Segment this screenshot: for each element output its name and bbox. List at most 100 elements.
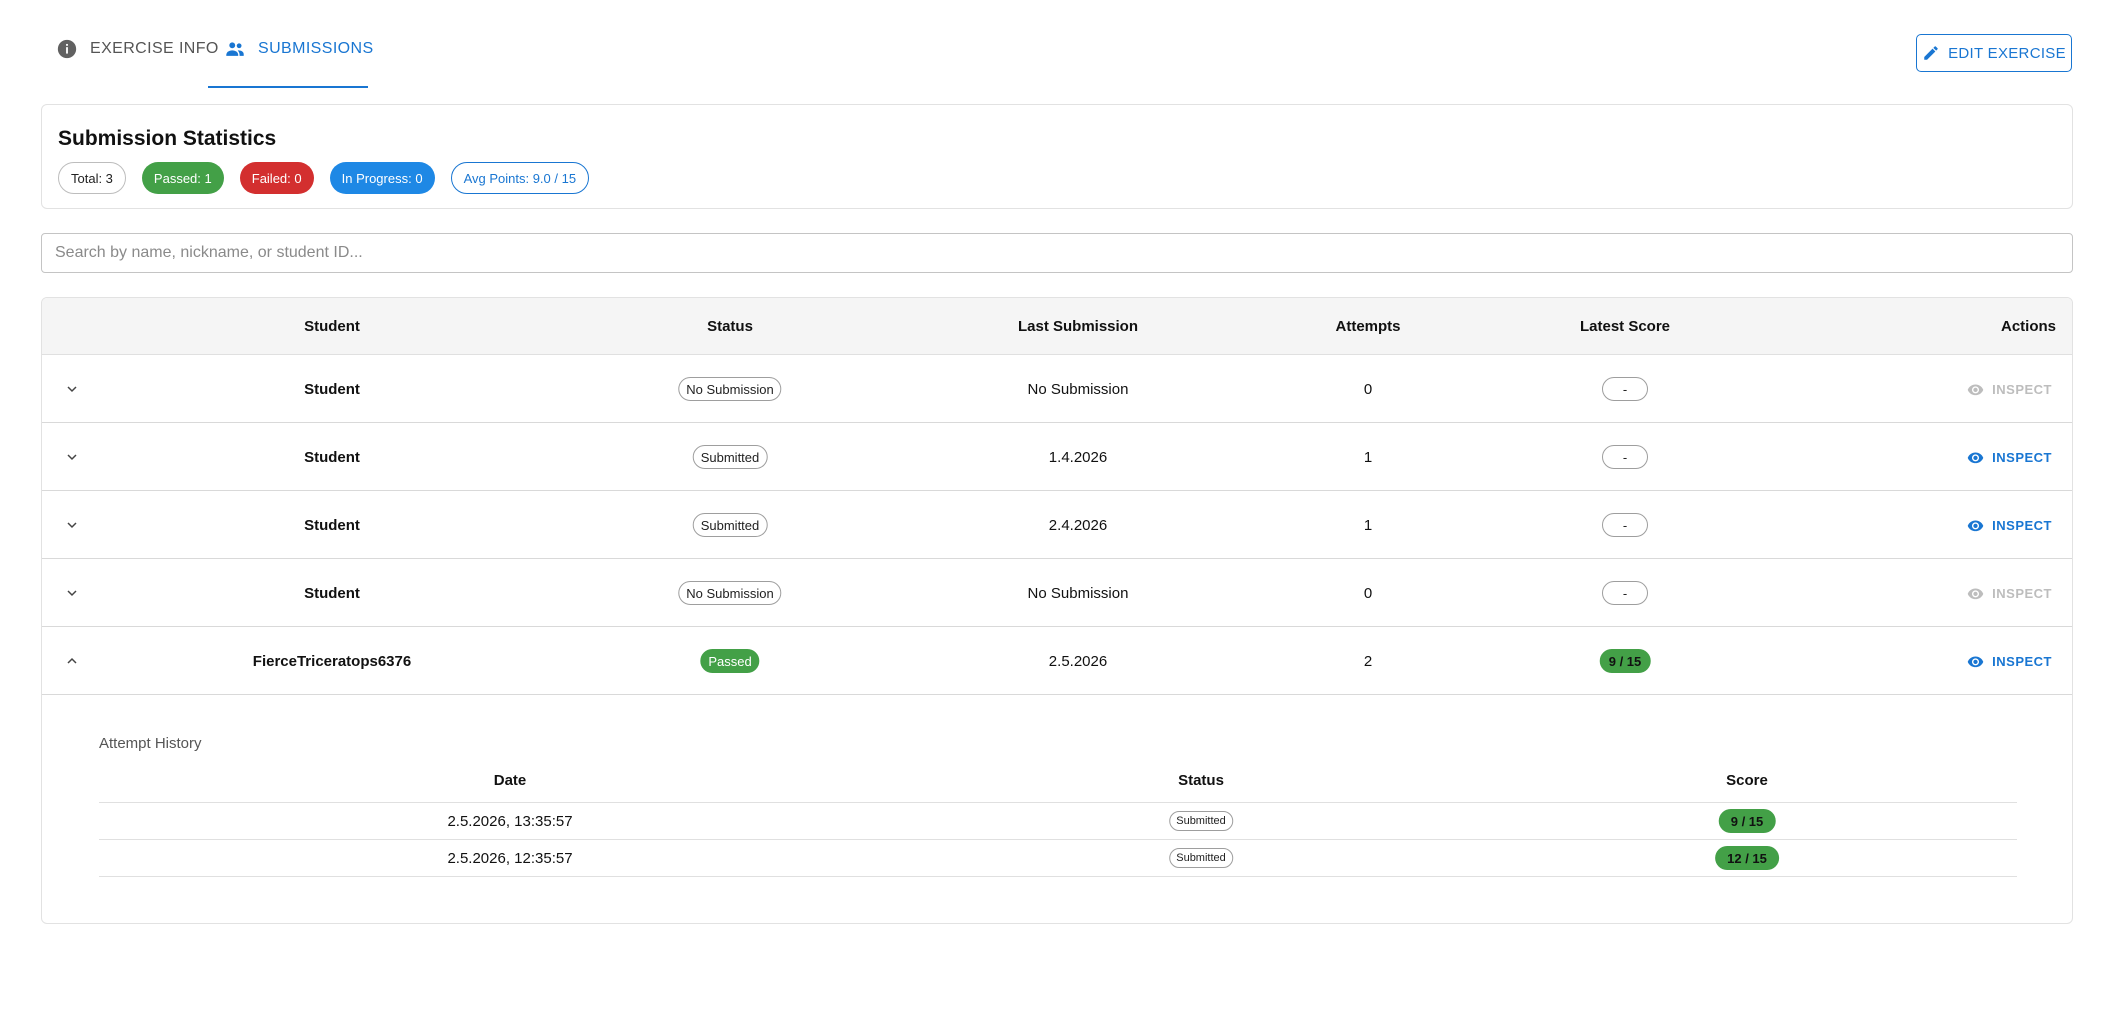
chevron-down-icon[interactable]	[64, 381, 80, 397]
status-badge: No Submission	[678, 581, 782, 605]
status-badge: Submitted	[692, 513, 768, 537]
inspect-button[interactable]: INSPECT	[1967, 491, 2052, 559]
score-cell: -	[1602, 491, 1648, 559]
history-score-badge: 12 / 15	[1715, 846, 1779, 870]
score-badge: -	[1602, 581, 1648, 605]
table-row: Student Submitted 2.4.2026 1 - INSPECT	[42, 491, 2072, 559]
status-cell: Submitted	[692, 423, 768, 491]
attempts: 1	[1363, 448, 1373, 466]
tab-submissions[interactable]: SUBMISSIONS	[208, 28, 373, 88]
status-cell: Passed	[700, 627, 760, 695]
history-header-date: Date	[493, 772, 527, 789]
edit-exercise-label: EDIT EXERCISE	[1948, 44, 2066, 62]
last-submission: 1.4.2026	[1048, 448, 1108, 466]
tab-submissions-label: SUBMISSIONS	[258, 40, 374, 57]
chevron-up-icon[interactable]	[64, 653, 80, 669]
inspect-label: INSPECT	[1992, 517, 2052, 533]
in-progress-chip: In Progress: 0	[329, 162, 435, 194]
history-status-cell: Submitted	[1169, 840, 1233, 876]
inspect-label: INSPECT	[1992, 449, 2052, 465]
attempt-history-panel: Attempt History Date Status Score 2.5.20…	[42, 694, 2072, 923]
pencil-icon	[1924, 46, 1938, 60]
history-date: 2.5.2026, 12:35:57	[447, 849, 573, 867]
history-score-cell: 12 / 15	[1715, 840, 1779, 876]
status-badge: Passed	[700, 649, 760, 673]
status-cell: No Submission	[678, 355, 782, 423]
header-actions: Actions	[2000, 318, 2056, 335]
stats-chips: Total: 3 Passed: 1 Failed: 0 In Progress…	[58, 162, 590, 194]
divider	[99, 876, 2017, 877]
eye-icon	[1967, 656, 1984, 667]
header-latest-score: Latest Score	[1579, 318, 1671, 335]
header-status: Status	[707, 318, 753, 335]
table-row: Student No Submission No Submission 0 - …	[42, 355, 2072, 423]
last-submission: 2.4.2026	[1048, 516, 1108, 534]
people-icon	[226, 42, 244, 56]
inspect-button: INSPECT	[1967, 559, 2052, 627]
student-name: Student	[304, 380, 360, 398]
inspect-label: INSPECT	[1992, 653, 2052, 669]
chevron-down-icon[interactable]	[64, 585, 80, 601]
inspect-label: INSPECT	[1992, 585, 2052, 601]
table-header: Student Status Last Submission Attempts …	[42, 298, 2072, 355]
eye-icon	[1967, 452, 1984, 463]
passed-chip: Passed: 1	[141, 162, 224, 194]
inspect-label: INSPECT	[1992, 381, 2052, 397]
status-cell: Submitted	[692, 491, 768, 559]
student-name: Student	[304, 448, 360, 466]
total-chip: Total: 3	[58, 162, 126, 194]
last-submission: No Submission	[1027, 584, 1129, 602]
score-cell: -	[1602, 355, 1648, 423]
search-input[interactable]	[41, 233, 2073, 273]
submissions-table: Student Status Last Submission Attempts …	[41, 297, 2073, 924]
history-header-status: Status	[1178, 772, 1224, 789]
attempts: 2	[1363, 652, 1373, 670]
top-bar: EXERCISE INFO SUBMISSIONS EDIT EXERCISE	[0, 0, 2104, 88]
score-badge: 9 / 15	[1599, 649, 1651, 673]
eye-icon	[1967, 588, 1984, 599]
student-name: Student	[304, 516, 360, 534]
edit-exercise-button[interactable]: EDIT EXERCISE	[1916, 34, 2072, 72]
inspect-button[interactable]: INSPECT	[1967, 423, 2052, 491]
header-attempts: Attempts	[1335, 318, 1401, 335]
history-score-cell: 9 / 15	[1718, 803, 1776, 839]
status-badge: No Submission	[678, 377, 782, 401]
score-cell: -	[1602, 559, 1648, 627]
last-submission: 2.5.2026	[1048, 652, 1108, 670]
history-date: 2.5.2026, 13:35:57	[447, 812, 573, 830]
history-score-badge: 9 / 15	[1718, 809, 1776, 833]
tab-exercise-info[interactable]: EXERCISE INFO	[40, 28, 235, 88]
score-badge: -	[1602, 513, 1648, 537]
attempts: 1	[1363, 516, 1373, 534]
eye-icon	[1967, 520, 1984, 531]
table-row: FierceTriceratops6376 Passed 2.5.2026 2 …	[42, 627, 2072, 695]
history-status-cell: Submitted	[1169, 803, 1233, 839]
table-row: Student Submitted 1.4.2026 1 - INSPECT	[42, 423, 2072, 491]
header-student: Student	[304, 318, 360, 335]
failed-chip: Failed: 0	[239, 162, 314, 194]
table-row: Student No Submission No Submission 0 - …	[42, 559, 2072, 627]
tab-exercise-info-label: EXERCISE INFO	[90, 40, 219, 57]
score-cell: 9 / 15	[1599, 627, 1651, 695]
chevron-down-icon[interactable]	[64, 517, 80, 533]
inspect-button: INSPECT	[1967, 355, 2052, 423]
status-cell: No Submission	[678, 559, 782, 627]
history-status-badge: Submitted	[1169, 811, 1233, 831]
avg-points-chip: Avg Points: 9.0 / 15	[450, 162, 590, 194]
last-submission: No Submission	[1027, 380, 1129, 398]
chevron-down-icon[interactable]	[64, 449, 80, 465]
status-badge: Submitted	[692, 445, 768, 469]
stats-title: Submission Statistics	[58, 127, 277, 150]
score-badge: -	[1602, 377, 1648, 401]
attempt-history-title: Attempt History	[99, 735, 202, 752]
history-status-badge: Submitted	[1169, 848, 1233, 868]
student-name: Student	[304, 584, 360, 602]
header-last-submission: Last Submission	[1017, 318, 1139, 335]
attempts: 0	[1363, 584, 1373, 602]
student-name: FierceTriceratops6376	[252, 652, 412, 670]
history-header-score: Score	[1726, 772, 1768, 789]
eye-icon	[1967, 384, 1984, 395]
attempts: 0	[1363, 380, 1373, 398]
submission-statistics-card: Submission Statistics Total: 3 Passed: 1…	[41, 104, 2073, 209]
inspect-button[interactable]: INSPECT	[1967, 627, 2052, 695]
